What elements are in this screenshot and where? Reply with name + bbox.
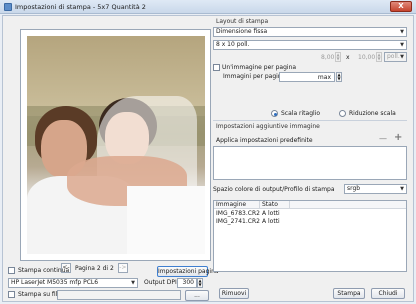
title-bar: Impostazioni di stampa - 5x7 Quantità 2 … (0, 0, 416, 14)
page-setup-button[interactable]: Impostazioni pagina (157, 266, 219, 277)
add-preset-icon[interactable]: + (394, 132, 402, 143)
dpi-spinner[interactable]: ▲ ▼ (197, 278, 203, 288)
browse-button[interactable]: ... (185, 290, 209, 301)
remove-button[interactable]: Rimuovi (219, 288, 249, 299)
dialog-body: <- Pagina 2 di 2 -> Stampa continua Impo… (2, 15, 414, 302)
width-spinner[interactable]: ▲ ▼ (335, 52, 341, 62)
close-window-button[interactable]: X (390, 1, 412, 12)
printer-select[interactable]: HP LaserJet M5035 mfp PCL6 ▼ (8, 278, 138, 288)
chevron-down-icon: ▼ (400, 29, 404, 35)
one-image-per-page-label: Un'immagine per pagina (222, 64, 297, 71)
size-mode-select[interactable]: Dimensione fissa ▼ (213, 27, 407, 37)
max-label: max (317, 74, 331, 81)
presets-list[interactable] (213, 146, 407, 180)
scale-crop-label: Scala ritaglio (281, 110, 321, 117)
print-preview (20, 29, 211, 261)
continuous-print-label: Stampa continua (18, 267, 70, 274)
file-path-field[interactable] (57, 290, 181, 300)
print-to-file-checkbox[interactable] (8, 291, 15, 298)
remove-preset-icon[interactable]: — (379, 134, 387, 143)
app-icon (4, 3, 12, 11)
unit-select[interactable]: poll. ▼ (384, 52, 407, 62)
next-page-button[interactable]: -> (117, 263, 128, 273)
output-dpi-label: Output DPI (144, 279, 177, 286)
images-table: Immagine Stato IMG_6783.CR2 A lotti IMG_… (213, 200, 407, 272)
close-button[interactable]: Chiudi (371, 288, 405, 299)
scale-reduce-label: Riduzione scala (349, 110, 396, 117)
page-indicator: Pagina 2 di 2 (75, 264, 114, 272)
chevron-down-icon: ▼ (400, 42, 404, 48)
chevron-down-icon: ▼ (400, 186, 404, 192)
images-per-page-spinner[interactable]: ▲ ▼ (336, 72, 342, 82)
window-title: Impostazioni di stampa - 5x7 Quantità 2 (15, 3, 146, 11)
image-name-cell: IMG_2741.CR2 (216, 218, 260, 225)
column-header-image[interactable]: Immagine (214, 201, 260, 209)
scale-reduce-radio[interactable] (339, 110, 346, 117)
page-navigator: <- Pagina 2 di 2 -> (61, 262, 128, 274)
scale-crop-radio[interactable] (271, 110, 278, 117)
image-name-cell: IMG_6783.CR2 (216, 210, 260, 217)
images-per-page-field[interactable]: max (279, 72, 335, 82)
width-value: 8,00 (321, 54, 335, 61)
status-cell: A lotti (262, 210, 280, 217)
chevron-down-icon: ▼ (131, 280, 135, 286)
color-space-label: Spazio colore di output/Profilo di stamp… (213, 186, 335, 193)
images-per-page-label: Immagini per pagina (223, 73, 286, 80)
divider (213, 120, 407, 121)
print-layout-title: Layout di stampa (216, 18, 269, 25)
height-spinner[interactable]: ▲ ▼ (376, 52, 382, 62)
print-to-file-label: Stampa su file (18, 291, 62, 298)
additional-settings-title: Impostazioni aggiuntive immagine (216, 123, 320, 130)
paper-size-select[interactable]: 8 x 10 poll. ▼ (213, 40, 407, 50)
continuous-print-checkbox[interactable] (8, 267, 15, 274)
times-glyph: x (346, 54, 350, 61)
one-image-per-page-checkbox[interactable] (213, 64, 220, 71)
status-cell: A lotti (262, 218, 280, 225)
print-button[interactable]: Stampa (333, 288, 365, 299)
apply-presets-label: Applica impostazioni predefinite (216, 137, 313, 144)
preview-image (27, 36, 205, 254)
chevron-down-icon: ▼ (400, 54, 404, 60)
color-space-select[interactable]: srgb ▼ (344, 184, 407, 194)
column-header-status[interactable]: Stato (260, 201, 290, 209)
height-value: 10,00 (358, 54, 376, 61)
output-dpi-field[interactable]: 300 (177, 278, 197, 288)
